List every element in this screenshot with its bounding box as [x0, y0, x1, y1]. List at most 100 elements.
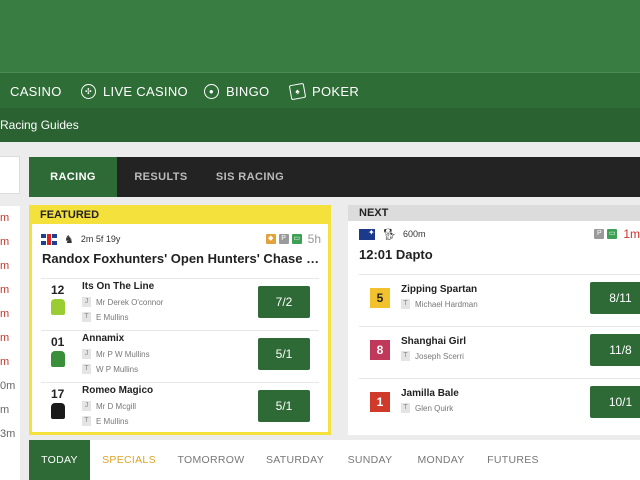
- tv-icon: ▭: [607, 229, 618, 239]
- featured-header: FEATURED: [31, 207, 329, 224]
- jockey-silks-icon: [51, 351, 65, 367]
- racing-tabs: RACING RESULTS SIS RACING: [29, 157, 640, 197]
- tab-racing[interactable]: RACING: [29, 157, 117, 197]
- next-race-title[interactable]: 12:01 Dapto: [359, 247, 629, 262]
- sidebar-time[interactable]: m: [0, 404, 9, 416]
- jockey-line: J Mr D Mcgill: [82, 401, 136, 411]
- bingo-ball-icon: ●: [204, 83, 219, 99]
- next-race-meta: 🐕︎ 600m P ▭ 1m: [359, 227, 640, 241]
- trainer-name: Glen Quirk: [415, 403, 454, 413]
- nav-bingo-label: BINGO: [226, 83, 270, 99]
- trap-number-badge: 1: [370, 392, 390, 412]
- runner-number: 12: [51, 283, 65, 297]
- odds-button[interactable]: 10/1: [590, 386, 640, 418]
- sidebar-time[interactable]: m: [0, 308, 9, 320]
- jockey-name: Mr P W Mullins: [96, 349, 150, 359]
- p-badge-icon: P: [594, 229, 605, 239]
- roulette-icon: ✣: [81, 83, 96, 99]
- trainer-name: E Mullins: [96, 416, 129, 426]
- runner-name: Shanghai Girl: [401, 336, 467, 347]
- jockey-tag: J: [82, 349, 91, 359]
- horse-icon: ♞: [64, 233, 74, 246]
- odds-button[interactable]: 5/1: [258, 338, 310, 370]
- odds-button[interactable]: 7/2: [258, 286, 310, 318]
- next-countdown-group: P ▭ 1m: [594, 227, 640, 241]
- runner-name: Jamilla Bale: [401, 388, 459, 399]
- tab-specials[interactable]: SPECIALS: [92, 440, 166, 480]
- odds-button[interactable]: 11/8: [590, 334, 640, 366]
- trainer-name: Joseph Scerri: [415, 351, 464, 361]
- trainer-tag: T: [82, 364, 91, 374]
- featured-countdown-group: ◆ P ▭ 5h: [265, 232, 321, 246]
- left-sidebar: m m m m m m m 0m m 3m: [0, 156, 20, 480]
- runner-row: 5 Zipping Spartan T Michael Hardman 8/11: [359, 274, 640, 326]
- nav-live-casino[interactable]: ✣ LIVE CASINO: [81, 73, 188, 109]
- sidebar-time[interactable]: m: [0, 260, 9, 272]
- jockey-line: J Mr Derek O'connor: [82, 297, 163, 307]
- trainer-tag: T: [401, 351, 410, 361]
- runner-row: 01 Annamix J Mr P W Mullins TW P Mullins …: [41, 330, 319, 381]
- p-badge-icon: P: [278, 234, 289, 244]
- runner-row: 8 Shanghai Girl T Joseph Scerri 11/8: [359, 326, 640, 378]
- jockey-tag: J: [82, 297, 91, 307]
- tab-today[interactable]: TODAY: [29, 440, 90, 480]
- jockey-name: Mr D Mcgill: [96, 401, 136, 411]
- nav-casino[interactable]: CASINO: [10, 73, 62, 109]
- tab-futures[interactable]: FUTURES: [479, 440, 547, 480]
- racing-guides-link[interactable]: Racing Guides: [0, 118, 79, 132]
- sidebar-time[interactable]: m: [0, 212, 9, 224]
- trainer-tag: T: [82, 416, 91, 426]
- sidebar-time[interactable]: m: [0, 236, 9, 248]
- sidebar-time[interactable]: m: [0, 356, 9, 368]
- trainer-line: T E Mullins: [82, 416, 128, 426]
- tab-results[interactable]: RESULTS: [117, 157, 205, 197]
- odds-button[interactable]: 5/1: [258, 390, 310, 422]
- trainer-name: Michael Hardman: [415, 299, 478, 309]
- greyhound-icon: 🐕︎: [382, 228, 396, 241]
- tab-sis-racing[interactable]: SIS RACING: [205, 157, 295, 197]
- australia-flag-icon: [359, 228, 375, 240]
- nav-poker[interactable]: ♠ POKER: [288, 73, 360, 109]
- featured-race-meta: ♞ 2m 5f 19y ◆ P ▭ 5h: [41, 232, 321, 246]
- trainer-line: T Michael Hardman: [401, 299, 478, 309]
- trainer-tag: T: [82, 312, 91, 322]
- sidebar-time[interactable]: 0m: [0, 380, 15, 392]
- uk-flag-icon: [41, 233, 57, 245]
- trainer-name: E Mullins: [96, 312, 129, 322]
- featured-race-title[interactable]: Randox Foxhunters' Open Hunters' Chase (…: [42, 251, 322, 266]
- trainer-line: T Glen Quirk: [401, 403, 453, 413]
- sub-nav: Racing Guides: [0, 108, 640, 142]
- nav-casino-label: CASINO: [10, 83, 62, 99]
- sidebar-race-list: m m m m m m m 0m m 3m: [0, 206, 20, 480]
- day-tabs: TODAY SPECIALS TOMORROW SATURDAY SUNDAY …: [29, 440, 640, 480]
- trainer-line: T Joseph Scerri: [401, 351, 464, 361]
- jockey-silks-icon: [51, 403, 65, 419]
- tab-sunday[interactable]: SUNDAY: [337, 440, 403, 480]
- runner-name: Zipping Spartan: [401, 284, 478, 295]
- trap-number-badge: 5: [370, 288, 390, 308]
- odds-button[interactable]: 8/11: [590, 282, 640, 314]
- next-header: NEXT: [348, 205, 640, 221]
- jockey-line: J Mr P W Mullins: [82, 349, 150, 359]
- trap-number-badge: 8: [370, 340, 390, 360]
- nav-live-casino-label: LIVE CASINO: [103, 83, 188, 99]
- jockey-name: Mr Derek O'connor: [96, 297, 164, 307]
- tab-monday[interactable]: MONDAY: [407, 440, 475, 480]
- sidebar-time[interactable]: m: [0, 284, 9, 296]
- main-nav: CASINO ✣ LIVE CASINO ● BINGO ♠ POKER: [0, 72, 640, 108]
- nav-poker-label: POKER: [312, 83, 360, 99]
- sidebar-search-box[interactable]: [0, 156, 20, 194]
- runner-number: 17: [51, 387, 65, 401]
- sidebar-time[interactable]: 3m: [0, 428, 15, 440]
- trainer-line: T W P Mullins: [82, 364, 138, 374]
- tab-tomorrow[interactable]: TOMORROW: [169, 440, 253, 480]
- sidebar-time[interactable]: m: [0, 332, 9, 344]
- site-header: [0, 0, 640, 72]
- runner-name: Annamix: [82, 333, 125, 344]
- nav-bingo[interactable]: ● BINGO: [204, 73, 269, 109]
- tab-saturday[interactable]: SATURDAY: [257, 440, 333, 480]
- jockey-silks-icon: [51, 299, 65, 315]
- runner-name: Its On The Line: [82, 281, 155, 292]
- info-badge-icon: ◆: [265, 234, 276, 244]
- trainer-line: T E Mullins: [82, 312, 128, 322]
